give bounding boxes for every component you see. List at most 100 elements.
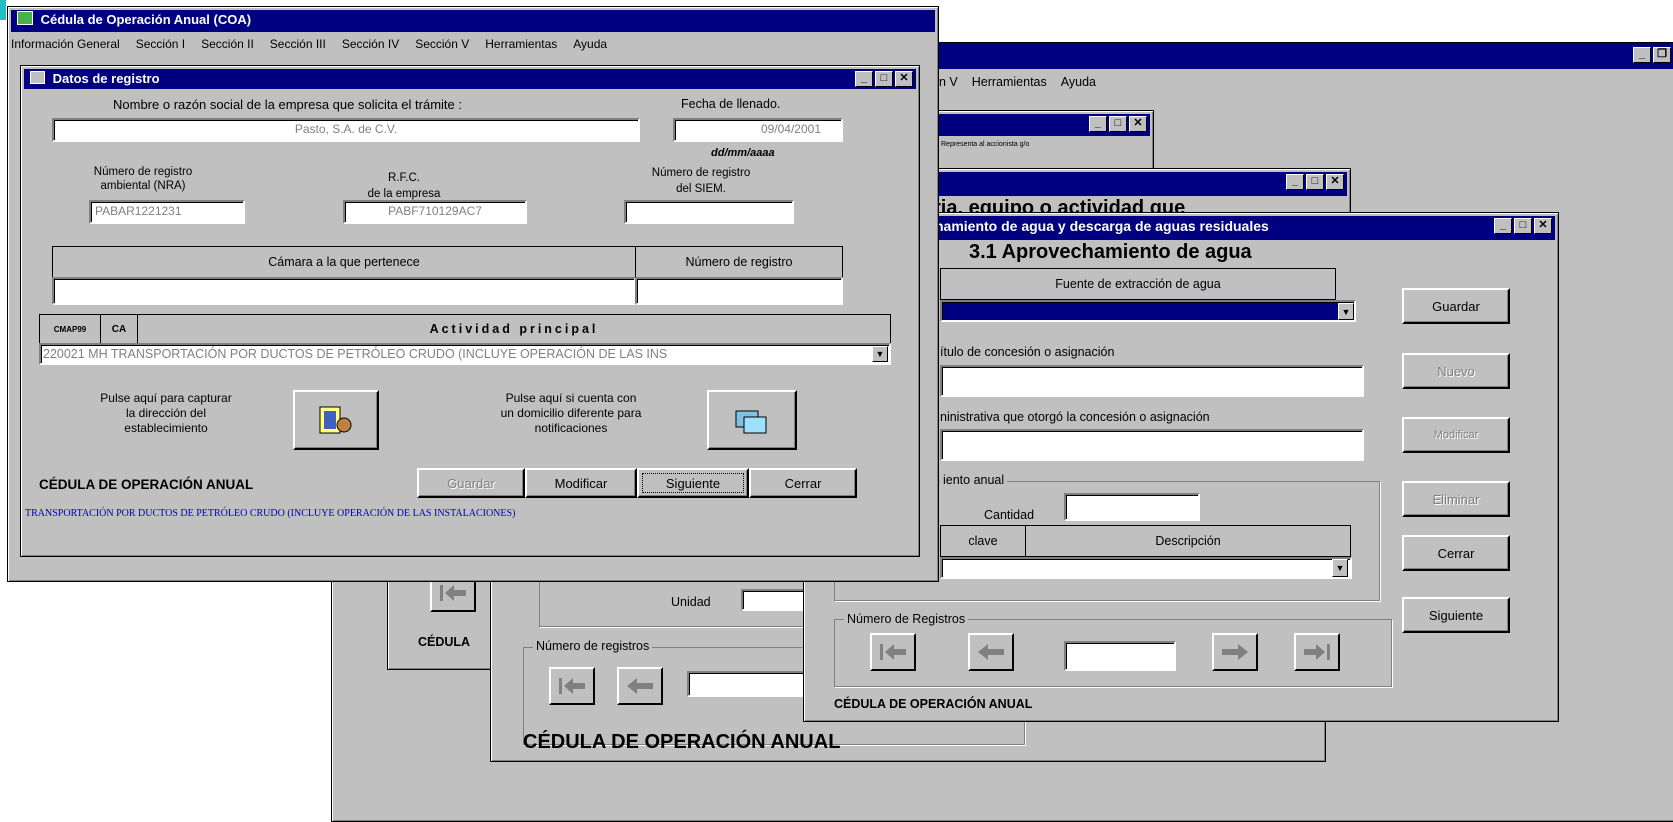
menu-seccion-iii[interactable]: Sección III <box>270 37 326 51</box>
next-record-icon <box>1222 644 1248 660</box>
guardar-button[interactable]: Guardar <box>417 468 525 498</box>
unidad-label: Unidad <box>671 595 711 609</box>
chevron-down-icon[interactable]: ▼ <box>1332 559 1348 577</box>
guardar-label: Guardar <box>447 475 495 491</box>
record-number-input[interactable] <box>1064 641 1176 671</box>
siem-input[interactable] <box>624 200 794 224</box>
close-icon[interactable]: ✕ <box>895 71 913 87</box>
modificar-button[interactable]: Modificar <box>525 468 637 498</box>
previous-record-icon <box>627 678 653 694</box>
record-number-input[interactable] <box>687 671 807 697</box>
close-icon[interactable]: ✕ <box>1534 218 1552 234</box>
unidad-select[interactable] <box>940 557 1352 579</box>
notif-instructions: Pulse aquí si cuenta con un domicilio di… <box>471 391 671 436</box>
main-menubar: Información General Sección I Sección II… <box>11 37 607 51</box>
minimize-icon[interactable]: _ <box>1633 47 1651 63</box>
descripcion-header: Descripción <box>1025 525 1351 557</box>
eliminar-button[interactable]: Eliminar <box>1402 481 1510 517</box>
minimize-icon[interactable]: _ <box>1089 116 1107 132</box>
menu-seccion-v[interactable]: Sección V <box>415 37 469 51</box>
nra-input[interactable]: PABAR1221231 <box>89 200 245 224</box>
menu-herramientas[interactable]: Herramientas <box>485 37 557 51</box>
registro-footer: CÉDULA DE OPERACIÓN ANUAL <box>39 477 254 492</box>
restore-icon[interactable]: ❐ <box>1653 47 1671 63</box>
siguiente-button[interactable]: Siguiente <box>637 468 749 498</box>
first-record-button[interactable] <box>549 667 595 705</box>
cerrar-label: Cerrar <box>784 475 822 491</box>
actividad-select[interactable]: 220021 MH TRANSPORTACIÓN POR DUCTOS DE P… <box>39 343 891 365</box>
modificar-button[interactable]: Modificar <box>1402 417 1510 453</box>
rfc-input[interactable]: PABF710129AC7 <box>343 200 527 224</box>
menu-ayuda[interactable]: Ayuda <box>1061 75 1096 89</box>
fuente-header: Fuente de extracción de agua <box>940 268 1336 300</box>
unidad-input[interactable] <box>741 589 811 611</box>
titulo-input[interactable] <box>940 365 1364 397</box>
previous-record-button[interactable] <box>617 667 663 705</box>
next-record-button[interactable] <box>1212 633 1258 671</box>
close-icon[interactable]: ✕ <box>1129 116 1147 132</box>
maximize-icon[interactable]: □ <box>1514 218 1532 234</box>
chevron-down-icon[interactable]: ▼ <box>1338 303 1354 320</box>
maximize-icon[interactable]: □ <box>875 71 893 87</box>
autoridad-input[interactable] <box>940 429 1364 461</box>
main-titlebar: Cédula de Operación Anual (COA) <box>11 10 935 32</box>
modificar-label: Modificar <box>554 475 608 491</box>
cerrar-button[interactable]: Cerrar <box>1402 535 1510 571</box>
actividad-header: Actividad principal <box>137 314 891 344</box>
notif-line-2: un domicilio diferente para <box>500 406 642 420</box>
siguiente-button[interactable]: Siguiente <box>1402 597 1510 633</box>
form-icon <box>30 71 45 84</box>
camara-header: Cámara a la que pertenece <box>52 246 636 278</box>
minimize-icon[interactable]: _ <box>1494 218 1512 234</box>
camara-registro-header: Número de registro <box>635 246 843 278</box>
menu-informacion-general[interactable]: Información General <box>11 37 120 51</box>
registro-dialog: Datos de registro _ □ ✕ Nombre o razón s… <box>20 65 920 557</box>
notification-folders-icon <box>735 410 767 434</box>
siguiente-label: Siguiente <box>1428 607 1484 623</box>
fecha-input[interactable]: 09/04/2001 <box>673 118 843 142</box>
minimize-icon[interactable]: _ <box>855 71 873 87</box>
minimize-icon[interactable]: _ <box>1286 174 1304 190</box>
first-record-icon <box>440 585 466 601</box>
chevron-down-icon[interactable]: ▼ <box>872 346 888 362</box>
address-book-icon <box>319 406 352 434</box>
direccion-button[interactable] <box>293 390 379 450</box>
menu-ayuda[interactable]: Ayuda <box>573 37 607 51</box>
empresa-input[interactable]: Pasto, S.A. de C.V. <box>52 118 640 142</box>
water-dialog-title: hamiento de agua y descarga de aguas res… <box>935 218 1269 234</box>
camara-registro-input[interactable] <box>635 277 843 305</box>
first-record-icon <box>559 678 585 694</box>
menu-seccion-ii[interactable]: Sección II <box>201 37 254 51</box>
menu-seccion-iv[interactable]: Sección IV <box>342 37 399 51</box>
maximize-icon[interactable]: □ <box>1306 174 1324 190</box>
back-dialog-3-footer: CÉDULA DE OPERACIÓN ANUAL <box>523 731 841 753</box>
nuevo-button[interactable]: Nuevo <box>1402 353 1510 389</box>
menu-seccion-i[interactable]: Sección I <box>136 37 185 51</box>
cerrar-button[interactable]: Cerrar <box>749 468 857 498</box>
clave-header: clave <box>940 525 1026 557</box>
back-dialog-1-titlebar: _ □ ✕ <box>904 114 1150 136</box>
cantidad-label: Cantidad <box>984 508 1035 522</box>
cantidad-input[interactable] <box>1064 493 1200 521</box>
last-record-button[interactable] <box>1294 633 1340 671</box>
fuente-select[interactable] <box>940 300 1356 322</box>
first-record-button[interactable] <box>870 633 916 671</box>
camara-input[interactable] <box>52 277 636 305</box>
direccion-instructions: Pulse aquí para capturar la dirección de… <box>71 391 261 436</box>
close-icon[interactable]: ✕ <box>1326 174 1344 190</box>
water-footer: CÉDULA DE OPERACIÓN ANUAL <box>834 697 1033 711</box>
app-icon <box>17 11 33 25</box>
notificaciones-button[interactable] <box>707 390 797 450</box>
main-window-title: Cédula de Operación Anual (COA) <box>40 12 252 27</box>
window-controls: _ □ ✕ <box>1286 174 1344 190</box>
nuevo-label: Nuevo <box>1437 363 1475 379</box>
registros-group-label: Número de Registros <box>844 612 969 626</box>
previous-record-button[interactable] <box>968 633 1014 671</box>
guardar-button[interactable]: Guardar <box>1402 288 1510 324</box>
registros-group-label: Número de registros <box>533 639 653 653</box>
maximize-icon[interactable]: □ <box>1109 116 1127 132</box>
nra-label: Número de registro ambiental (NRA) <box>73 165 213 193</box>
menu-herramientas[interactable]: Herramientas <box>972 75 1047 89</box>
eliminar-label: Eliminar <box>1432 491 1480 507</box>
main-window: Cédula de Operación Anual (COA) Informac… <box>7 6 939 582</box>
